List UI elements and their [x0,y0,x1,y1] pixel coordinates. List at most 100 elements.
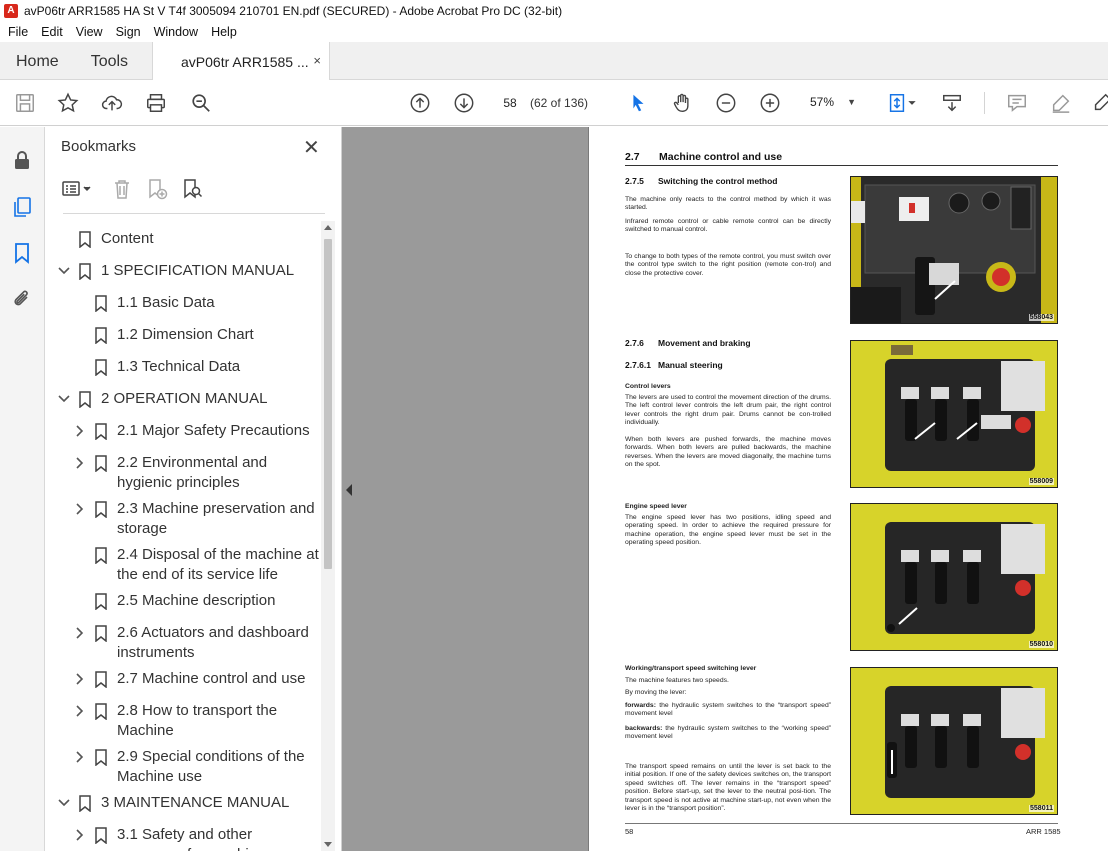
page-footer-number: 58 [625,827,634,836]
bookmark-icon [95,671,107,688]
page-number-input[interactable]: 58 [494,89,526,115]
chevron-right-icon[interactable] [73,828,87,842]
bookmark-label: 2.8 How to transport the Machine [117,702,278,739]
chevron-right-icon[interactable] [73,456,87,470]
tab-home[interactable]: Home [0,42,75,79]
lock-icon[interactable] [11,149,33,171]
bookmarks-panel-icon[interactable] [11,242,33,264]
pdf-page: 2.7 Machine control and use 2.7.5 Switchin… [588,127,1108,851]
chevron-right-icon[interactable] [73,672,87,686]
menu-edit[interactable]: Edit [41,25,63,39]
bookmark-label: 2.6 Actuators and dashboard instruments [117,624,309,661]
print-icon[interactable] [144,91,168,115]
bookmark-icon [79,263,91,280]
zoom-in-icon[interactable] [758,91,782,115]
bookmark-options-icon[interactable] [61,178,93,200]
paragraph: When both levers are pushed forwards, th… [625,436,831,469]
bookmark-star-icon[interactable] [56,91,80,115]
panel-divider [63,213,325,214]
menu-file[interactable]: File [8,25,28,39]
zoom-level-dropdown[interactable]: 57% ▼ [800,89,860,115]
chevron-right-icon[interactable] [73,750,87,764]
draw-icon[interactable] [1090,91,1108,115]
bookmark-icon [95,501,107,518]
toolbar: 58 (62 of 136) 57% ▼ [0,80,1108,126]
page-thumbnails-icon[interactable] [11,196,33,218]
new-bookmark-icon[interactable] [146,178,168,200]
highlight-pen-icon[interactable] [1049,91,1073,115]
paragraph: To change to both types of the remote co… [625,253,831,277]
bookmark-item[interactable]: 2.2 Environmental and hygienic principle… [45,453,321,497]
chevron-right-icon[interactable] [73,502,87,516]
upload-cloud-icon[interactable] [100,91,124,115]
bookmark-item[interactable]: 2.3 Machine preservation and storage [45,499,321,543]
menu-window[interactable]: Window [154,25,198,39]
section-2-7-6-1-title: 2.7.6.1 Manual steering [625,360,723,370]
control-levers-label: Control levers [625,383,671,390]
bookmark-label: 1.2 Dimension Chart [117,326,254,343]
bookmarks-panel: Bookmarks ✕ Content 1 SPECIFICATION MANUA… [45,127,342,851]
zoom-search-icon[interactable] [189,91,213,115]
menu-help[interactable]: Help [211,25,237,39]
paragraph: backwards: the hydraulic system switches… [625,725,831,742]
control-switch-photo: 558043 [850,176,1058,324]
section-number: 2.7.5 [625,176,644,186]
zoom-out-icon[interactable] [714,91,738,115]
select-cursor-icon[interactable] [626,91,650,115]
bookmark-item[interactable]: 2.9 Special conditions of the Machine us… [45,747,321,791]
page-count: (62 of 136) [530,96,589,110]
bookmark-label: 3.1 Safety and other measures for machin… [117,826,265,851]
next-page-icon[interactable] [452,91,476,115]
paragraph: By moving the lever: [625,689,687,696]
previous-page-icon[interactable] [408,91,432,115]
left-rail [0,127,45,851]
bookmarks-scroll-thumb[interactable] [324,239,332,569]
bookmark-label: 3 MAINTENANCE MANUAL [101,794,290,811]
chevron-right-icon[interactable] [73,704,87,718]
chevron-down-icon[interactable] [57,392,71,406]
backwards-label: backwards: [625,725,663,732]
section-title: Movement and braking [658,338,751,348]
bookmark-item[interactable]: 2.8 How to transport the Machine [45,701,321,745]
bookmark-item[interactable]: 3.1 Safety and other measures for machin… [45,825,321,851]
save-icon[interactable] [13,91,37,115]
bookmark-icon [95,295,107,312]
bookmark-label: 1 SPECIFICATION MANUAL [101,262,295,279]
bookmark-icon [95,703,107,720]
tab-tools[interactable]: Tools [75,42,144,79]
close-tab-icon[interactable]: × [313,53,321,68]
bookmark-item[interactable]: 2.6 Actuators and dashboard instruments [45,623,321,667]
collapse-panel-icon[interactable] [345,484,353,499]
bookmark-label: 1.3 Technical Data [117,358,241,375]
bookmark-icon [95,625,107,642]
photo-id: 558011 [1029,805,1054,812]
chevron-right-icon[interactable] [73,626,87,640]
comment-icon[interactable] [1005,91,1029,115]
forwards-text: the hydraulic system switches to the “tr… [625,702,831,718]
scroll-mode-icon[interactable] [940,91,964,115]
chevron-right-icon[interactable] [73,424,87,438]
chevron-down-icon[interactable] [57,264,71,278]
chevron-down-icon: ▼ [847,97,856,107]
bookmark-icon [95,327,107,344]
menu-sign[interactable]: Sign [116,25,141,39]
bookmarks-toolbar [45,175,342,205]
attachments-icon[interactable] [11,288,33,310]
menu-view[interactable]: View [76,25,103,39]
bookmark-item[interactable]: 2.4 Disposal of the machine at the end o… [45,545,321,589]
page-heading: 2.7 Machine control and use [625,151,1058,166]
bookmark-label: 2.7 Machine control and use [117,670,306,687]
find-bookmark-icon[interactable] [181,178,203,200]
bookmark-icon [95,547,107,564]
window-title: avP06tr ARR1585 HA St V T4f 3005094 2107… [24,4,563,18]
chevron-down-icon[interactable] [57,796,71,810]
hand-tool-icon[interactable] [670,91,694,115]
close-panel-icon[interactable]: ✕ [303,135,320,160]
toolbar-divider [984,92,985,114]
acrobat-app-icon: A [4,4,18,18]
tab-document[interactable]: avP06tr ARR1585 ... × [152,42,330,81]
speed-switching-lever-photo: 558011 [850,667,1058,815]
bookmark-icon [79,795,91,812]
page-fit-dropdown-icon[interactable] [906,91,918,115]
delete-bookmark-icon[interactable] [111,178,133,200]
